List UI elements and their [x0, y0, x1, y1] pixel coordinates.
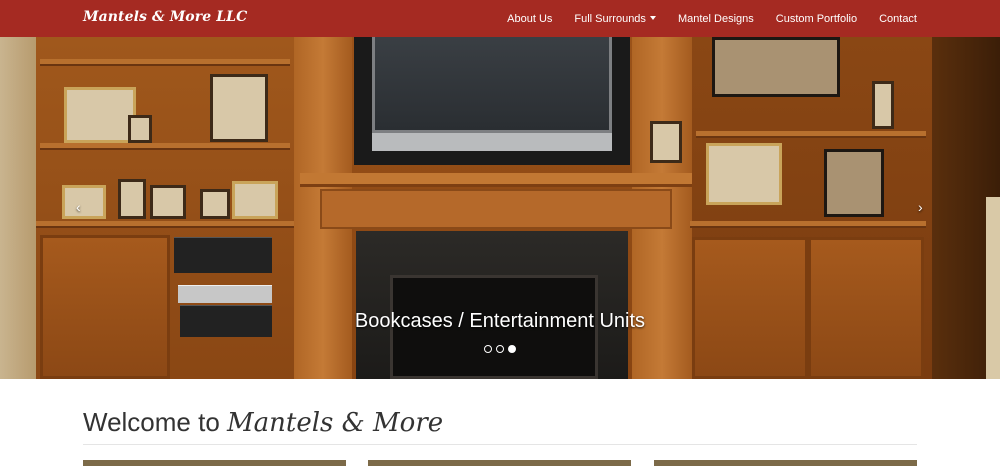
- feature-panel-3: [654, 460, 917, 466]
- carousel-indicators: [484, 345, 516, 353]
- page-title-brand: Mantels & More: [227, 408, 444, 438]
- feature-panel-1: [83, 460, 346, 466]
- chevron-left-icon[interactable]: ‹: [76, 199, 81, 215]
- nav-full-surrounds[interactable]: Full Surrounds: [574, 13, 656, 25]
- nav-custom-portfolio-label: Custom Portfolio: [775, 12, 858, 25]
- nav-about-us-label: About Us: [507, 12, 553, 25]
- carousel-caption: Bookcases / Entertainment Units: [354, 310, 646, 332]
- nav-about-us[interactable]: About Us: [507, 13, 552, 25]
- chevron-right-icon[interactable]: ›: [918, 199, 923, 215]
- carousel-indicator-2[interactable]: [496, 345, 504, 353]
- page-title-prefix: Welcome to: [83, 407, 228, 437]
- caret-down-icon: [649, 15, 656, 20]
- nav-mantel-designs-label: Mantel Designs: [677, 12, 754, 25]
- nav-contact-label: Contact: [879, 12, 917, 25]
- nav-full-surrounds-label: Full Surrounds: [574, 12, 646, 25]
- hero-carousel[interactable]: Bookcases / Entertainment Units ‹ ›: [0, 37, 1000, 379]
- nav-contact[interactable]: Contact: [879, 13, 917, 25]
- nav-menu: About Us Full Surrounds Mantel Designs C…: [507, 0, 917, 37]
- carousel-indicator-3[interactable]: [508, 345, 516, 353]
- divider: [83, 444, 917, 445]
- feature-panel-2: [368, 460, 631, 466]
- nav-mantel-designs[interactable]: Mantel Designs: [678, 13, 754, 25]
- nav-custom-portfolio[interactable]: Custom Portfolio: [776, 13, 857, 25]
- carousel-indicator-1[interactable]: [484, 345, 492, 353]
- brand-logo[interactable]: Mantels & More LLC: [83, 9, 247, 25]
- navbar: Mantels & More LLC About Us Full Surroun…: [0, 0, 1000, 37]
- page-title: Welcome to Mantels & More: [83, 407, 443, 438]
